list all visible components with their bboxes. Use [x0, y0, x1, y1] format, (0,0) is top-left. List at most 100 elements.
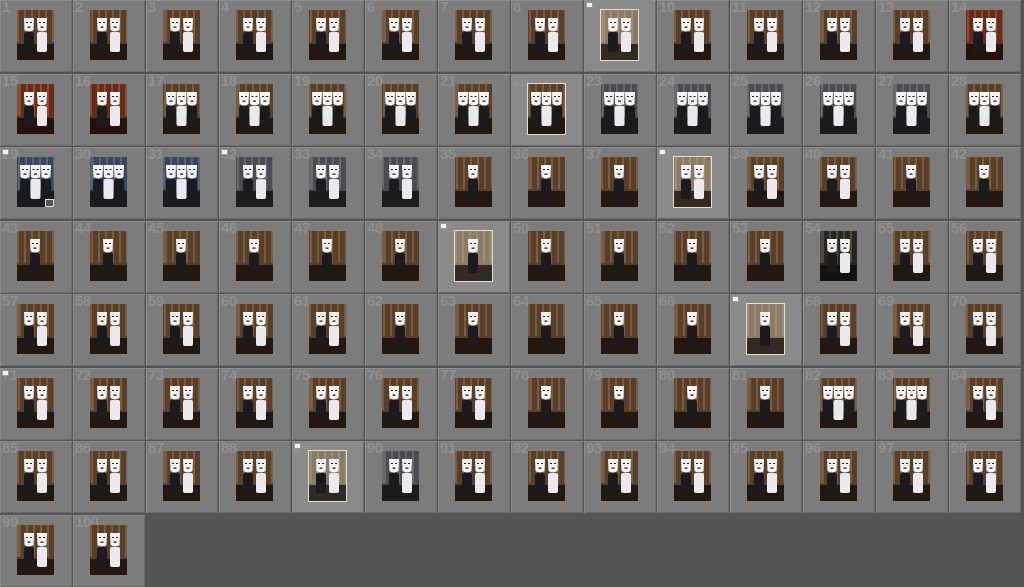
photo-cell[interactable]: 58 [73, 294, 145, 366]
photo-thumbnail[interactable] [309, 230, 346, 281]
photo-thumbnail[interactable] [236, 377, 273, 428]
photo-cell[interactable]: 68 [803, 294, 875, 366]
photo-cell[interactable]: 14 [949, 0, 1021, 72]
photo-thumbnail[interactable] [893, 10, 930, 60]
photo-cell[interactable]: 39 [730, 147, 802, 219]
photo-thumbnail[interactable] [966, 10, 1003, 60]
photo-thumbnail[interactable] [674, 304, 711, 354]
photo-cell[interactable]: 4 [219, 0, 291, 72]
photo-cell[interactable]: 42 [949, 147, 1021, 219]
photo-thumbnail[interactable] [455, 10, 492, 60]
photo-cell[interactable]: 80 [657, 367, 729, 440]
photo-cell[interactable]: 67 [730, 294, 802, 366]
photo-cell[interactable]: 20 [365, 73, 437, 146]
flag-icon[interactable] [659, 149, 666, 155]
photo-cell[interactable]: 70 [949, 294, 1021, 366]
flag-icon[interactable] [440, 222, 447, 229]
photo-thumbnail[interactable] [820, 377, 857, 428]
photo-thumbnail[interactable] [382, 10, 419, 60]
photo-cell[interactable]: 43 [0, 220, 72, 293]
photo-cell[interactable]: 61 [292, 294, 364, 366]
photo-thumbnail[interactable] [893, 83, 930, 134]
photo-thumbnail[interactable] [747, 451, 784, 501]
photo-thumbnail[interactable] [382, 377, 419, 428]
photo-cell[interactable]: 83 [876, 367, 948, 440]
photo-cell[interactable]: 65 [584, 294, 656, 366]
photo-cell[interactable]: 56 [949, 220, 1021, 293]
photo-thumbnail[interactable] [382, 83, 419, 134]
photo-thumbnail[interactable] [90, 10, 127, 60]
photo-thumbnail[interactable] [236, 451, 273, 501]
photo-thumbnail[interactable] [163, 230, 200, 281]
photo-cell[interactable]: 36 [511, 147, 583, 219]
photo-thumbnail[interactable] [163, 377, 200, 428]
photo-cell[interactable]: 25 [730, 73, 802, 146]
photo-cell[interactable]: 100 [73, 514, 145, 587]
flag-icon[interactable] [294, 443, 301, 449]
photo-cell[interactable]: 19 [292, 73, 364, 146]
photo-thumbnail[interactable] [820, 304, 857, 354]
photo-thumbnail[interactable] [309, 451, 346, 501]
photo-thumbnail[interactable] [309, 83, 346, 134]
photo-thumbnail[interactable] [236, 304, 273, 354]
photo-cell[interactable]: 79 [584, 367, 656, 440]
photo-cell[interactable]: 89 [292, 441, 364, 513]
photo-thumbnail[interactable] [966, 83, 1003, 134]
flag-icon[interactable] [2, 369, 9, 376]
photo-cell[interactable]: 5 [292, 0, 364, 72]
photo-thumbnail[interactable] [966, 451, 1003, 501]
photo-thumbnail[interactable] [747, 83, 784, 134]
photo-thumbnail[interactable] [163, 83, 200, 134]
photo-cell[interactable]: 41 [876, 147, 948, 219]
photo-thumbnail[interactable] [893, 230, 930, 281]
photo-thumbnail[interactable] [674, 451, 711, 501]
photo-thumbnail[interactable] [820, 451, 857, 501]
photo-cell[interactable]: 35 [438, 147, 510, 219]
photo-thumbnail[interactable] [382, 451, 419, 501]
photo-thumbnail[interactable] [309, 10, 346, 60]
photo-thumbnail[interactable] [674, 157, 711, 207]
photo-cell[interactable]: 47 [292, 220, 364, 293]
photo-cell[interactable]: 95 [730, 441, 802, 513]
photo-thumbnail[interactable] [163, 157, 200, 207]
photo-cell[interactable]: 51 [584, 220, 656, 293]
photo-thumbnail[interactable] [674, 10, 711, 60]
photo-cell[interactable]: 16 [73, 73, 145, 146]
photo-thumbnail[interactable] [309, 377, 346, 428]
photo-cell[interactable]: 57 [0, 294, 72, 366]
photo-thumbnail[interactable] [382, 230, 419, 281]
photo-thumbnail[interactable] [236, 10, 273, 60]
photo-thumbnail[interactable] [528, 83, 565, 134]
photo-cell[interactable]: 76 [365, 367, 437, 440]
photo-cell[interactable]: 26 [803, 73, 875, 146]
photo-cell[interactable]: 46 [219, 220, 291, 293]
photo-thumbnail[interactable] [455, 451, 492, 501]
photo-thumbnail[interactable] [455, 304, 492, 354]
photo-thumbnail[interactable] [820, 83, 857, 134]
flag-icon[interactable] [732, 296, 739, 302]
photo-cell[interactable]: 6 [365, 0, 437, 72]
photo-cell[interactable]: 93 [584, 441, 656, 513]
photo-cell[interactable]: 37 [584, 147, 656, 219]
photo-cell[interactable]: 23 [584, 73, 656, 146]
photo-cell[interactable]: 52 [657, 220, 729, 293]
photo-cell[interactable]: 96 [803, 441, 875, 513]
photo-cell[interactable]: 31 [146, 147, 218, 219]
photo-thumbnail[interactable] [966, 157, 1003, 207]
photo-thumbnail[interactable] [17, 451, 54, 501]
photo-cell[interactable]: 55 [876, 220, 948, 293]
photo-thumbnail[interactable] [309, 157, 346, 207]
photo-thumbnail[interactable] [601, 10, 638, 60]
photo-cell[interactable]: 40 [803, 147, 875, 219]
photo-cell[interactable]: 10 [657, 0, 729, 72]
photo-cell[interactable]: 44 [73, 220, 145, 293]
photo-cell[interactable]: 34 [365, 147, 437, 219]
photo-thumbnail[interactable] [90, 451, 127, 501]
photo-cell[interactable]: 50 [511, 220, 583, 293]
photo-cell[interactable]: 97 [876, 441, 948, 513]
photo-thumbnail[interactable] [820, 10, 857, 60]
photo-cell[interactable]: 45 [146, 220, 218, 293]
photo-cell[interactable]: 59 [146, 294, 218, 366]
photo-cell[interactable]: 21 [438, 73, 510, 146]
photo-cell[interactable]: 7 [438, 0, 510, 72]
